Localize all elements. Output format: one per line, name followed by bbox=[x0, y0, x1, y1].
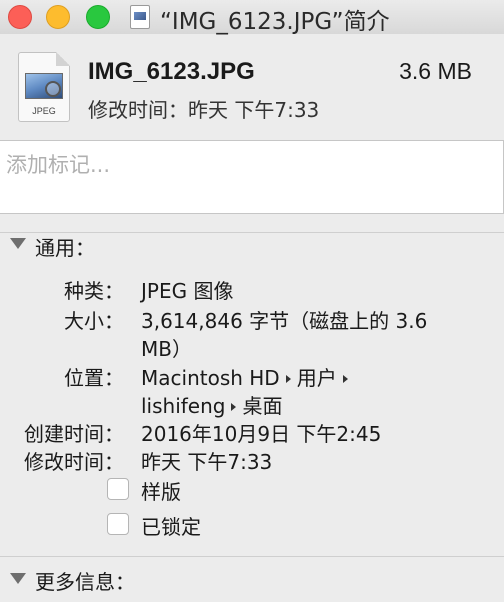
size-label: 大小： bbox=[64, 309, 124, 333]
jpeg-file-icon: JPEG bbox=[18, 52, 70, 122]
file-name: IMG_6123.JPG bbox=[88, 58, 255, 85]
tags-input[interactable]: 添加标记... bbox=[0, 140, 504, 214]
file-type-label: JPEG bbox=[32, 106, 56, 116]
zoom-button[interactable] bbox=[86, 5, 110, 29]
modified-label: 修改时间： bbox=[24, 450, 124, 474]
disclosure-triangle-icon[interactable] bbox=[10, 573, 26, 584]
close-button[interactable] bbox=[8, 5, 32, 29]
path-arrow-icon bbox=[285, 374, 291, 383]
file-size: 3.6 MB bbox=[399, 58, 472, 84]
size-value-line2: MB） bbox=[141, 337, 192, 361]
created-label: 创建时间： bbox=[24, 422, 124, 446]
title-bar: “IMG_6123.JPG”简介 bbox=[0, 0, 504, 35]
path-segment[interactable]: 用户 bbox=[297, 366, 337, 390]
locked-checkbox[interactable] bbox=[107, 513, 129, 535]
modified-value: 昨天 下午7:33 bbox=[141, 450, 273, 474]
stationery-checkbox[interactable] bbox=[107, 478, 129, 500]
where-path-line1: Macintosh HD 用户 bbox=[141, 362, 354, 391]
section-general-title[interactable]: 通用： bbox=[35, 232, 95, 261]
stationery-label[interactable]: 样版 bbox=[141, 476, 181, 505]
path-segment[interactable]: 桌面 bbox=[242, 394, 282, 418]
disclosure-triangle-icon[interactable] bbox=[10, 238, 26, 249]
file-modified-summary: 修改时间：昨天 下午7:33 bbox=[88, 98, 320, 122]
jpeg-document-icon bbox=[130, 5, 150, 29]
kind-value: JPEG 图像 bbox=[141, 279, 234, 303]
kind-label: 种类： bbox=[64, 279, 124, 303]
path-arrow-icon bbox=[342, 374, 348, 383]
divider bbox=[0, 556, 504, 557]
locked-label[interactable]: 已锁定 bbox=[141, 511, 201, 540]
section-more-info-title[interactable]: 更多信息： bbox=[35, 566, 135, 595]
where-label: 位置： bbox=[64, 366, 124, 390]
path-segment[interactable]: lishifeng bbox=[141, 394, 225, 418]
where-path-line2: lishifeng 桌面 bbox=[141, 390, 282, 419]
window-title: “IMG_6123.JPG”简介 bbox=[160, 9, 390, 35]
minimize-button[interactable] bbox=[46, 5, 70, 29]
created-value: 2016年10月9日 下午2:45 bbox=[141, 422, 382, 446]
size-value-line1: 3,614,846 字节（磁盘上的 3.6 bbox=[141, 309, 428, 333]
path-segment[interactable]: Macintosh HD bbox=[141, 366, 280, 390]
path-arrow-icon bbox=[231, 402, 237, 411]
